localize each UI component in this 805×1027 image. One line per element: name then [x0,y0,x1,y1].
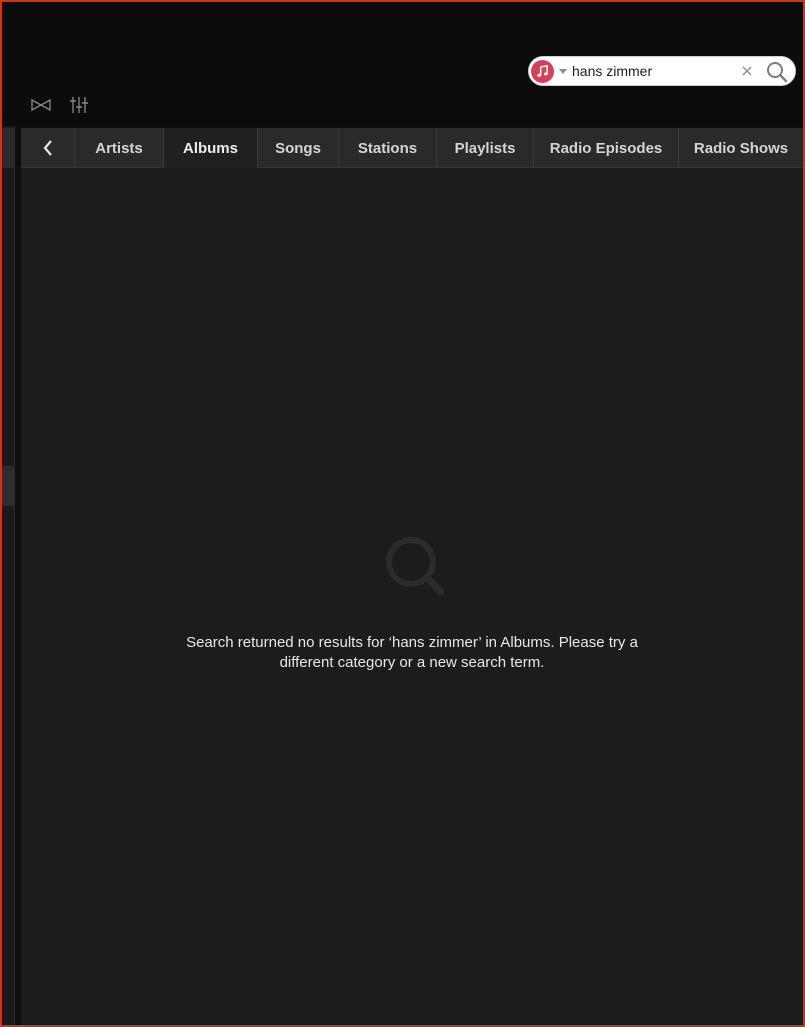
search-box[interactable] [528,56,796,86]
tab-playlists[interactable]: Playlists [437,128,534,168]
source-dropdown-caret-icon[interactable] [559,69,567,74]
left-panel-header [2,128,15,168]
close-icon[interactable] [739,63,755,79]
back-button[interactable] [21,128,75,168]
top-bar [2,2,803,126]
tab-albums[interactable]: Albums [164,128,258,168]
search-icon [386,537,445,596]
results-area: Search returned no results for ‘hans zim… [21,168,803,1025]
search-icon[interactable] [765,60,789,84]
bowtie-icon[interactable] [30,94,52,116]
chevron-left-icon [43,140,52,156]
tab-radio-shows[interactable]: Radio Shows [679,128,803,168]
search-input[interactable] [572,60,732,82]
equalizer-icon[interactable] [68,94,90,116]
tab-songs[interactable]: Songs [258,128,339,168]
tab-artists[interactable]: Artists [75,128,164,168]
category-tab-bar: Artists Albums Songs Stations Playlists … [21,128,803,168]
empty-results-message: Search returned no results for ‘hans zim… [186,634,638,671]
tab-radio-episodes[interactable]: Radio Episodes [534,128,679,168]
tab-stations[interactable]: Stations [339,128,437,168]
panel-resize-grip[interactable] [2,466,15,506]
left-panel-edge [2,126,15,1025]
music-note-icon[interactable] [531,60,554,83]
